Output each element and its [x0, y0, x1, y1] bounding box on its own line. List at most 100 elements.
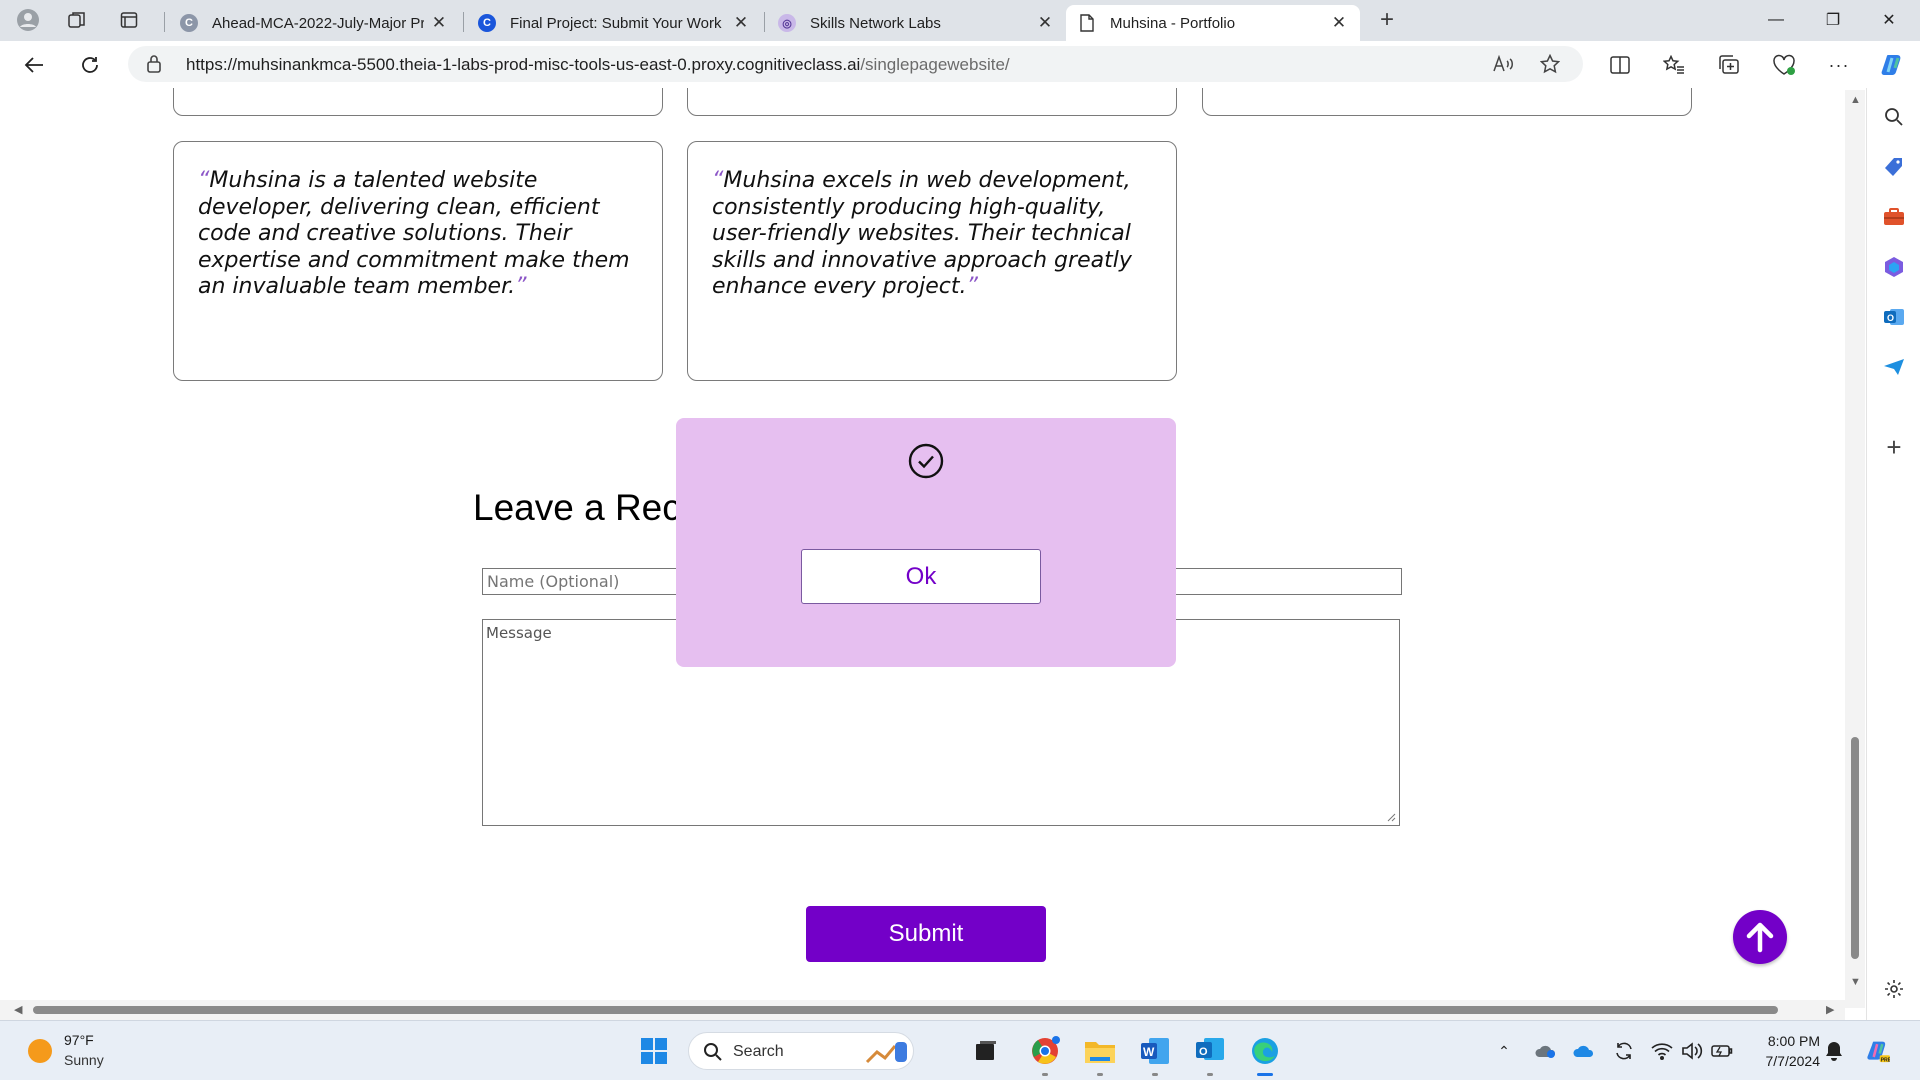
new-tab-icon[interactable]: +: [1373, 6, 1401, 33]
scroll-up-arrow-icon[interactable]: ▲: [1850, 94, 1861, 106]
tools-icon[interactable]: [1882, 205, 1906, 229]
outlook-icon[interactable]: O: [1882, 305, 1906, 329]
running-indicator: [1042, 1073, 1048, 1076]
submit-button[interactable]: Submit: [806, 906, 1046, 962]
testimonial-card: “Muhsina excels in web development, cons…: [687, 141, 1177, 381]
browser-sidebar: O +: [1866, 88, 1920, 1020]
copilot-taskbar-icon[interactable]: PRE: [1866, 1039, 1890, 1063]
split-screen-icon[interactable]: [1604, 49, 1636, 81]
minimize-icon[interactable]: —: [1753, 0, 1799, 40]
sidebar-search-icon[interactable]: [1882, 105, 1906, 129]
testimonial-quote: “Muhsina is a talented website developer…: [198, 168, 630, 299]
close-tab-icon[interactable]: ✕: [732, 13, 750, 33]
wifi-icon[interactable]: [1650, 1039, 1674, 1063]
svg-text:O: O: [1199, 1046, 1208, 1058]
start-windows-icon[interactable]: [638, 1035, 670, 1067]
recommendation-heading: Leave a Rec: [473, 487, 681, 528]
back-icon[interactable]: [18, 49, 50, 81]
tab-ahead-mca[interactable]: C Ahead-MCA-2022-July-Major Pro ✕: [168, 5, 460, 41]
weather-temperature[interactable]: 97°F: [64, 1032, 94, 1048]
profile-icon[interactable]: [14, 7, 42, 33]
volume-icon[interactable]: [1680, 1039, 1704, 1063]
tab-separator: [164, 12, 165, 32]
close-window-icon[interactable]: ✕: [1866, 0, 1912, 40]
search-icon: [704, 1043, 722, 1061]
ok-button[interactable]: Ok: [801, 549, 1041, 604]
testimonial-card-partial: [1202, 88, 1692, 116]
vertical-scrollbar[interactable]: ▲ ▼: [1845, 90, 1865, 1008]
scroll-to-top-button[interactable]: [1733, 910, 1787, 964]
taskbar-clock[interactable]: 8:00 PM 7/7/2024: [1750, 1031, 1821, 1071]
collections-icon[interactable]: [1713, 49, 1745, 81]
tab-favicon-icon: C: [478, 14, 496, 32]
tab-muhsina-portfolio[interactable]: Muhsina - Portfolio ✕: [1066, 5, 1360, 41]
horizontal-scroll-thumb[interactable]: [33, 1006, 1778, 1014]
resize-grip-icon[interactable]: [1386, 812, 1396, 822]
svg-text:W: W: [1143, 1045, 1155, 1059]
word-icon[interactable]: W: [1139, 1035, 1171, 1067]
scroll-down-arrow-icon[interactable]: ▼: [1850, 976, 1861, 988]
testimonial-quote: “Muhsina excels in web development, cons…: [712, 168, 1132, 299]
file-explorer-icon[interactable]: [1084, 1035, 1116, 1067]
more-options-icon[interactable]: ···: [1823, 49, 1855, 81]
search-highlight-icon: [865, 1042, 907, 1064]
weather-description[interactable]: Sunny: [64, 1052, 104, 1068]
arrow-up-icon: [1746, 922, 1774, 953]
copilot-icon[interactable]: [1877, 49, 1909, 81]
active-indicator: [1257, 1073, 1273, 1076]
favorites-icon[interactable]: [1658, 49, 1690, 81]
vertical-scroll-thumb[interactable]: [1851, 737, 1859, 959]
microsoft-365-icon[interactable]: [1882, 255, 1906, 279]
testimonial-card: “Muhsina is a talented website developer…: [173, 141, 663, 381]
edge-icon[interactable]: [1249, 1035, 1281, 1067]
onedrive-icon[interactable]: [1572, 1039, 1596, 1063]
windows-taskbar: 97°F Sunny Search W O ⌃ 8:00 PM 7/7/2024…: [0, 1020, 1920, 1080]
outlook-new-icon[interactable]: O: [1194, 1035, 1226, 1067]
running-indicator: [1207, 1073, 1213, 1076]
task-view-icon[interactable]: [970, 1035, 1002, 1067]
address-bar[interactable]: https://muhsinankmca-5500.theia-1-labs-p…: [128, 46, 1583, 82]
show-hidden-icons-icon[interactable]: ⌃: [1492, 1039, 1516, 1063]
browser-essentials-icon[interactable]: [1768, 49, 1800, 81]
favorite-star-icon[interactable]: [1538, 53, 1562, 75]
success-modal: Ok: [676, 418, 1176, 667]
browser-toolbar: https://muhsinankmca-5500.theia-1-labs-p…: [0, 41, 1920, 88]
tab-favicon-icon: ◎: [778, 14, 796, 32]
close-tab-icon[interactable]: ✕: [430, 13, 448, 33]
sync-icon[interactable]: [1612, 1039, 1636, 1063]
scroll-right-arrow-icon[interactable]: ▶: [1826, 1003, 1834, 1016]
notification-bell-icon[interactable]: [1822, 1039, 1846, 1063]
page-viewport: “Muhsina is a talented website developer…: [0, 88, 1866, 1008]
taskbar-search-box[interactable]: Search: [688, 1032, 914, 1070]
refresh-icon[interactable]: [74, 49, 106, 81]
tab-favicon-icon: C: [180, 14, 198, 32]
url-text[interactable]: https://muhsinankmca-5500.theia-1-labs-p…: [186, 55, 1010, 75]
scroll-left-arrow-icon[interactable]: ◀: [14, 1003, 22, 1016]
sunny-weather-icon[interactable]: [28, 1039, 52, 1063]
running-indicator: [1152, 1073, 1158, 1076]
shopping-tag-icon[interactable]: [1882, 155, 1906, 179]
close-tab-icon[interactable]: ✕: [1330, 13, 1348, 33]
close-tab-icon[interactable]: ✕: [1036, 13, 1054, 33]
svg-text:PRE: PRE: [1881, 1057, 1890, 1063]
horizontal-scrollbar[interactable]: ◀ ▶: [0, 1000, 1845, 1020]
browser-tab-strip: C Ahead-MCA-2022-July-Major Pro ✕ C Fina…: [0, 0, 1920, 41]
tab-skills-network-labs[interactable]: ◎ Skills Network Labs ✕: [766, 5, 1066, 41]
restore-icon[interactable]: ❐: [1810, 0, 1856, 40]
tab-actions-icon[interactable]: [115, 7, 143, 33]
send-icon[interactable]: [1882, 355, 1906, 379]
running-indicator: [1097, 1073, 1103, 1076]
workspaces-icon[interactable]: [63, 7, 91, 33]
read-aloud-icon[interactable]: [1491, 53, 1515, 75]
check-circle-icon: [908, 443, 944, 479]
svg-text:O: O: [1887, 313, 1894, 323]
tab-final-project[interactable]: C Final Project: Submit Your Work a ✕: [466, 5, 762, 41]
lock-icon[interactable]: [146, 54, 162, 79]
tab-separator: [463, 12, 464, 32]
add-sidebar-item-icon[interactable]: +: [1882, 432, 1906, 462]
sidebar-settings-icon[interactable]: [1882, 977, 1906, 1001]
battery-icon[interactable]: [1710, 1039, 1734, 1063]
chrome-icon[interactable]: [1029, 1035, 1061, 1067]
onedrive-info-icon[interactable]: [1534, 1039, 1558, 1063]
page-icon: [1078, 14, 1096, 32]
